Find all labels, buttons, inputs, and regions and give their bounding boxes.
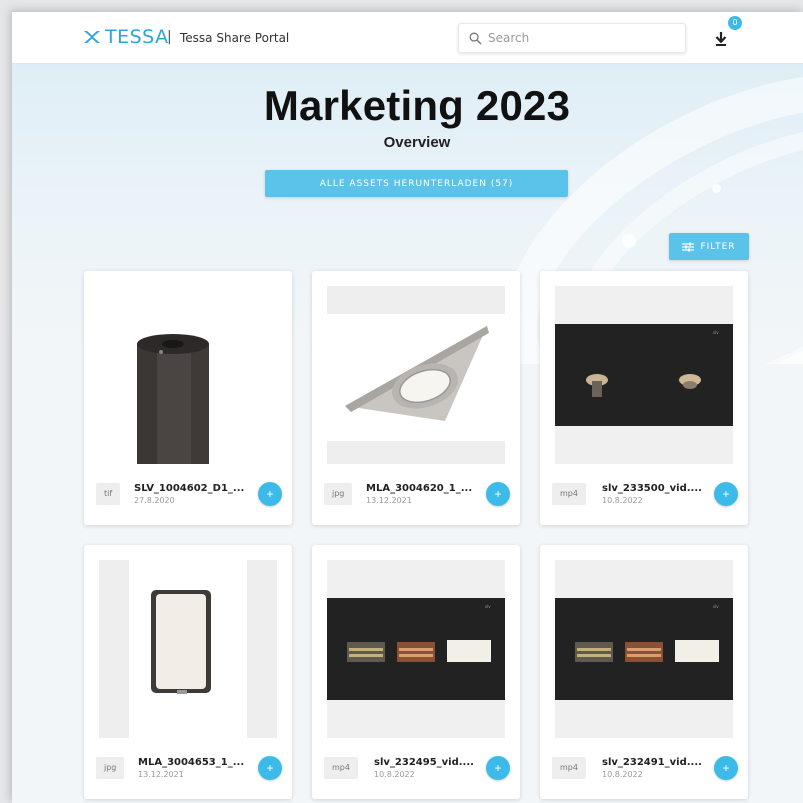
add-to-download-button[interactable]: + bbox=[714, 756, 738, 780]
asset-thumbnail[interactable] bbox=[99, 560, 277, 738]
asset-thumbnail[interactable] bbox=[327, 286, 505, 464]
triangle-light-image bbox=[327, 286, 505, 464]
file-type-badge: jpg bbox=[96, 757, 125, 779]
asset-card[interactable]: slv mp4 slv_232495_vid.... 10.8.2022 + bbox=[312, 545, 520, 799]
download-all-assets-button[interactable]: ALLE ASSETS HERUNTERLADEN (57) bbox=[265, 170, 568, 197]
search-icon bbox=[469, 32, 482, 44]
browser-viewport: TESSA | Tessa Share Portal 0 Marketing 2… bbox=[12, 12, 803, 803]
filter-button[interactable]: FILTER bbox=[669, 233, 749, 260]
video-frame-downlights-image: slv bbox=[555, 286, 733, 464]
top-header: TESSA | Tessa Share Portal 0 bbox=[12, 12, 803, 64]
page-subtitle: Overview bbox=[383, 134, 451, 151]
add-to-download-button[interactable]: + bbox=[486, 482, 510, 506]
hero-dot-decoration bbox=[712, 184, 721, 193]
video-frame-wall-lights-image: slv bbox=[555, 560, 733, 738]
add-to-download-button[interactable]: + bbox=[258, 756, 282, 780]
tessa-logo-mark-icon bbox=[84, 31, 100, 43]
add-to-download-button[interactable]: + bbox=[258, 482, 282, 506]
asset-thumbnail[interactable]: slv bbox=[327, 560, 505, 738]
svg-text:slv: slv bbox=[485, 604, 491, 609]
asset-thumbnail[interactable] bbox=[99, 286, 277, 464]
asset-card[interactable]: tif SLV_1004602_D1_... 27.8.2020 + bbox=[84, 271, 292, 525]
asset-date: 13.12.2021 bbox=[366, 496, 412, 505]
page-title: Marketing 2023 bbox=[263, 82, 571, 129]
asset-thumbnail[interactable]: slv bbox=[555, 560, 733, 738]
asset-date: 10.8.2022 bbox=[602, 496, 643, 505]
asset-date: 13.12.2021 bbox=[138, 770, 184, 779]
file-type-badge: mp4 bbox=[552, 757, 586, 779]
asset-filename: MLA_3004653_1_... bbox=[138, 757, 245, 768]
add-to-download-button[interactable]: + bbox=[714, 482, 738, 506]
svg-text:slv: slv bbox=[713, 604, 719, 609]
file-type-badge: mp4 bbox=[552, 483, 586, 505]
download-icon[interactable] bbox=[710, 26, 732, 50]
file-type-badge: tif bbox=[96, 483, 121, 505]
svg-text:slv: slv bbox=[713, 330, 719, 335]
wall-light-image bbox=[99, 560, 277, 738]
logo-text: TESSA bbox=[105, 26, 169, 48]
asset-card[interactable]: jpg MLA_3004653_1_... 13.12.2021 + bbox=[84, 545, 292, 799]
filter-sliders-icon bbox=[682, 242, 695, 251]
asset-card[interactable]: slv mp4 slv_232491_vid.... 10.8.2022 + bbox=[540, 545, 748, 799]
file-type-badge: mp4 bbox=[324, 757, 358, 779]
cylinder-light-image bbox=[99, 286, 277, 464]
asset-filename: SLV_1004602_D1_... bbox=[134, 483, 245, 494]
asset-filename: slv_232495_vid.... bbox=[374, 757, 474, 768]
download-count-badge: 0 bbox=[728, 16, 742, 30]
search-input[interactable] bbox=[488, 31, 668, 45]
filter-label: FILTER bbox=[700, 241, 736, 252]
asset-card[interactable]: jpg MLA_3004620_1_... 13.12.2021 + bbox=[312, 271, 520, 525]
asset-date: 10.8.2022 bbox=[602, 770, 643, 779]
asset-date: 27.8.2020 bbox=[134, 496, 175, 505]
portal-title: Tessa Share Portal bbox=[180, 31, 290, 45]
tessa-logo[interactable]: TESSA bbox=[82, 27, 169, 47]
add-to-download-button[interactable]: + bbox=[486, 756, 510, 780]
asset-filename: slv_232491_vid.... bbox=[602, 757, 702, 768]
header-separator: | bbox=[167, 29, 172, 45]
file-type-badge: jpg bbox=[324, 483, 353, 505]
asset-date: 10.8.2022 bbox=[374, 770, 415, 779]
asset-filename: MLA_3004620_1_... bbox=[366, 483, 473, 494]
video-frame-wall-lights-image: slv bbox=[327, 560, 505, 738]
asset-card[interactable]: slv mp4 slv_233500_vid.... 10.8.2022 + bbox=[540, 271, 748, 525]
search-box[interactable] bbox=[458, 23, 686, 53]
hero-dot-decoration bbox=[622, 234, 636, 248]
asset-thumbnail[interactable]: slv bbox=[555, 286, 733, 464]
asset-filename: slv_233500_vid.... bbox=[602, 483, 702, 494]
